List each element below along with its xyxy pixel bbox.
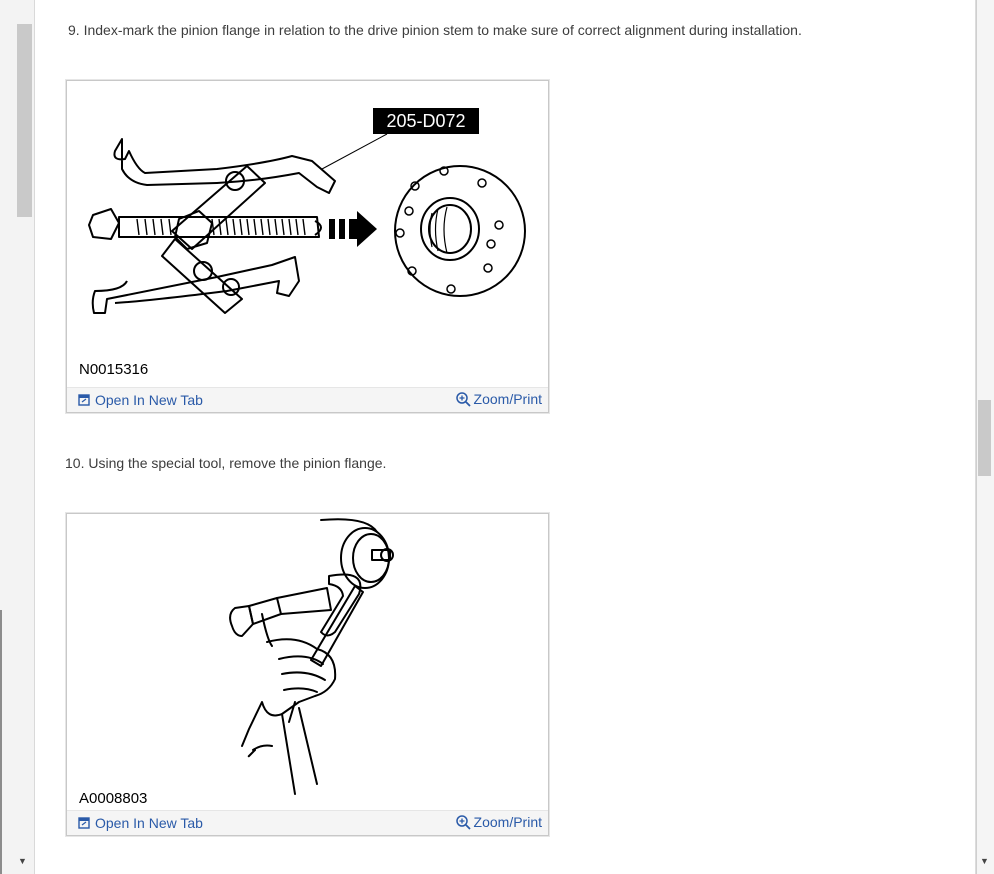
figure-step-10: A0008803 Open In New Tab Zoom/Print xyxy=(66,513,549,836)
step-10-text: 10. Using the special tool, remove the p… xyxy=(65,455,387,471)
right-divider xyxy=(976,0,977,874)
open-in-new-tab-link[interactable]: Open In New Tab xyxy=(78,815,203,831)
pinion-flange-removal-illustration xyxy=(229,518,394,795)
open-in-new-tab-link[interactable]: Open In New Tab xyxy=(78,392,203,408)
zoom-print-label: Zoom/Print xyxy=(473,391,542,407)
callout-label: 205-D072 xyxy=(386,111,465,131)
open-in-new-tab-icon xyxy=(78,817,90,829)
left-scrollbar-thumb[interactable] xyxy=(17,24,32,217)
zoom-print-label: Zoom/Print xyxy=(473,814,542,830)
right-scrollbar[interactable]: ▼ xyxy=(975,0,994,874)
left-divider xyxy=(0,610,2,874)
figure-step-9: 205-D072 N0015316 Open In New Tab Zoom/P… xyxy=(66,80,549,413)
zoom-in-icon xyxy=(455,814,471,830)
left-scroll-down-icon[interactable]: ▼ xyxy=(18,856,27,866)
gear-puller-illustration: 205-D072 xyxy=(88,108,526,314)
figure-code: A0008803 xyxy=(79,790,148,807)
figure-code: N0015316 xyxy=(79,361,149,378)
open-in-new-tab-icon xyxy=(78,394,90,406)
right-scroll-down-icon[interactable]: ▼ xyxy=(980,856,989,866)
zoom-print-link[interactable]: Zoom/Print xyxy=(455,814,542,830)
left-gutter: ▼ xyxy=(0,0,35,874)
open-in-new-tab-label: Open In New Tab xyxy=(95,392,203,408)
figure-toolbar: Open In New Tab Zoom/Print xyxy=(67,387,548,412)
document-content: 9. Index-mark the pinion flange in relat… xyxy=(35,0,975,874)
figure-toolbar: Open In New Tab Zoom/Print xyxy=(67,810,548,835)
zoom-print-link[interactable]: Zoom/Print xyxy=(455,391,542,407)
step-9-text: 9. Index-mark the pinion flange in relat… xyxy=(68,22,802,38)
right-scrollbar-thumb[interactable] xyxy=(978,400,991,476)
open-in-new-tab-label: Open In New Tab xyxy=(95,815,203,831)
zoom-in-icon xyxy=(455,391,471,407)
